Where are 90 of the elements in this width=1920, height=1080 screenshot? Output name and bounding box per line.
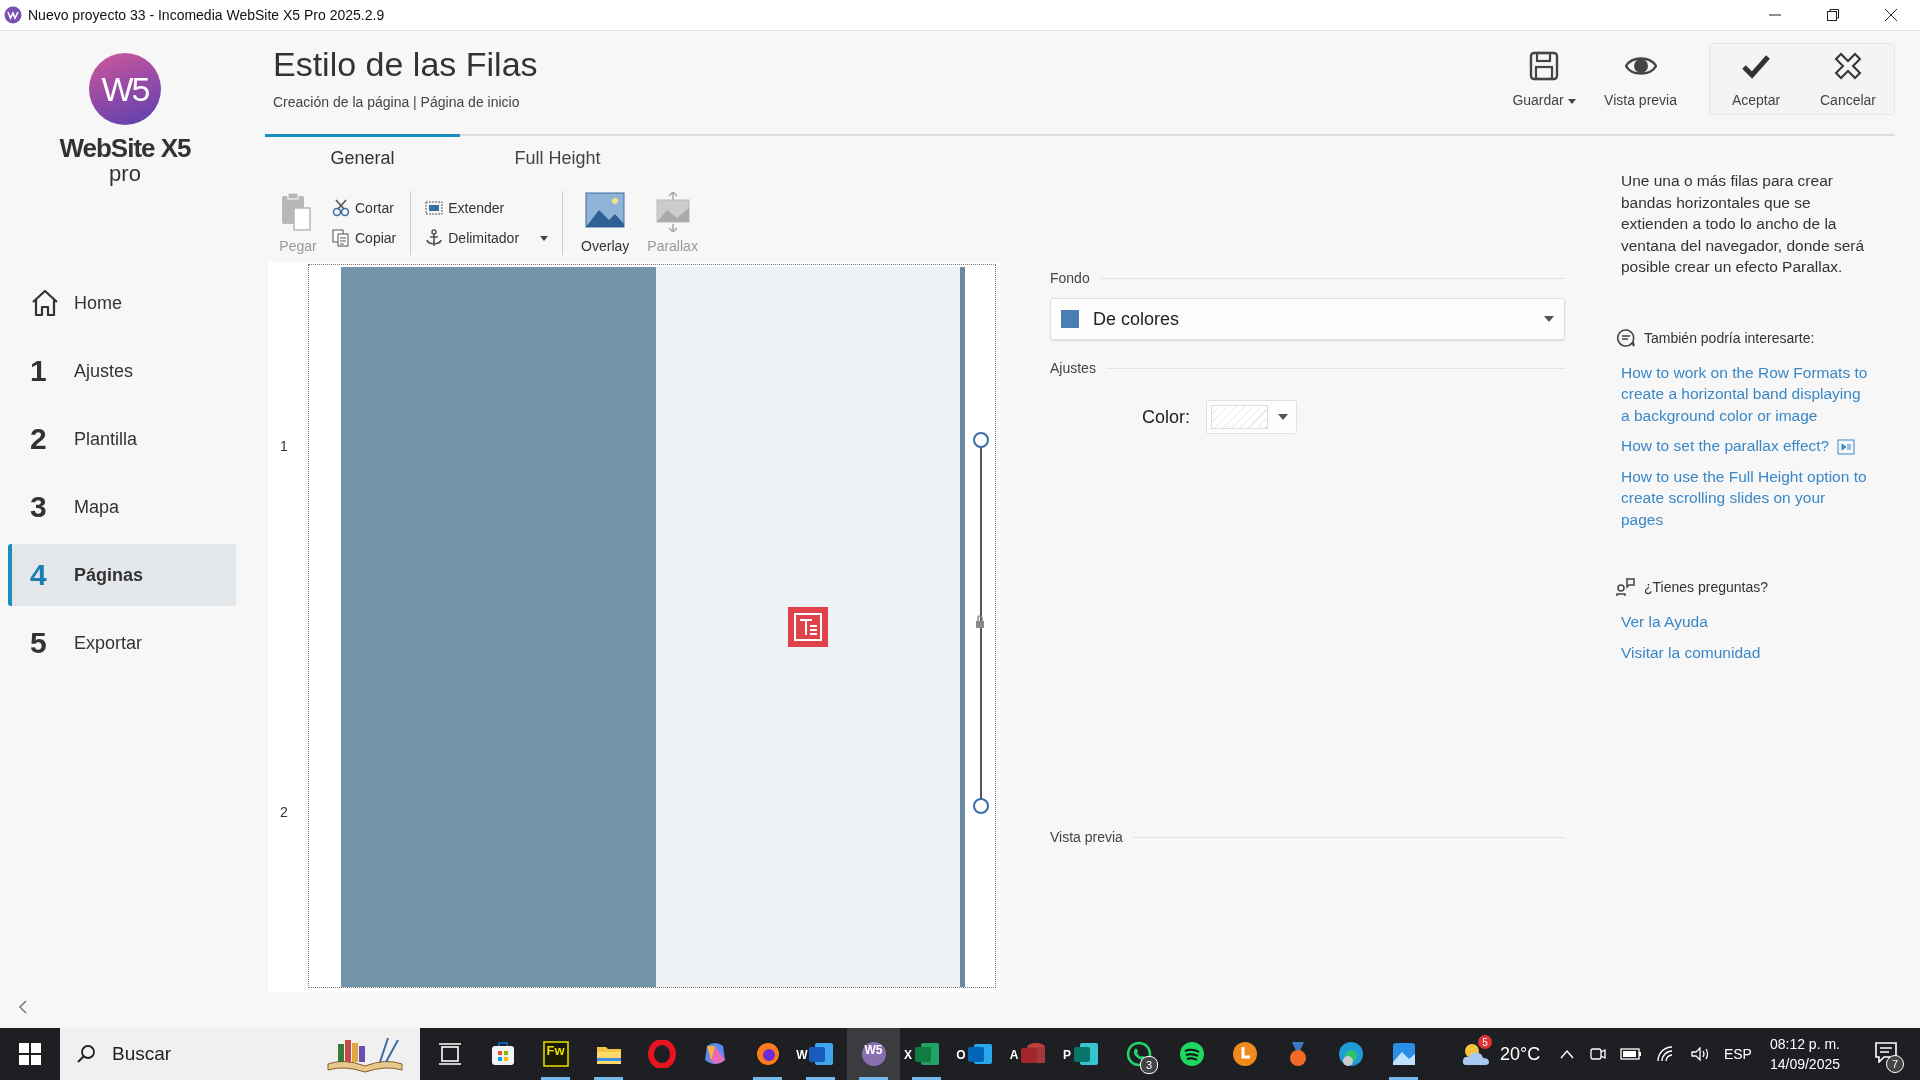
spreadsheet-app-icon bbox=[912, 1040, 941, 1068]
help-link[interactable]: How to use the Full Height option to create scrolling slides on your pages bbox=[1621, 465, 1871, 530]
app-icon bbox=[859, 1040, 888, 1068]
extend-button[interactable]: Extender bbox=[425, 199, 549, 217]
badge: 7 bbox=[1886, 1055, 1904, 1073]
taskbar-app[interactable]: O bbox=[953, 1028, 1006, 1080]
section-heading: ¿Tienes preguntas? bbox=[1644, 579, 1768, 595]
section-heading: También podría interesarte: bbox=[1644, 329, 1815, 346]
app-icon bbox=[1230, 1040, 1259, 1068]
search-field[interactable]: Buscar bbox=[60, 1028, 420, 1080]
cut-button[interactable]: Cortar bbox=[332, 199, 397, 217]
accept-button[interactable]: Aceptar bbox=[1710, 44, 1802, 114]
collapse-icon[interactable] bbox=[18, 1000, 28, 1014]
overlay-button[interactable]: Overlay bbox=[577, 190, 634, 256]
column[interactable] bbox=[656, 267, 965, 987]
badge: 5 bbox=[1478, 1035, 1492, 1049]
anchor-icon bbox=[425, 229, 444, 247]
help-description: Une una o más filas para crear bandas horizontales que se extienden a todo lo ancho de la ventana del navegador, donde será posible crear un efecto Parallax. bbox=[1621, 171, 1866, 277]
copy-icon bbox=[332, 229, 350, 247]
row-handle[interactable] bbox=[973, 798, 989, 814]
document-app-icon bbox=[806, 1040, 835, 1068]
speaker-icon[interactable] bbox=[1689, 1045, 1710, 1063]
color-picker[interactable] bbox=[1206, 400, 1297, 434]
logo-name: WebSite X5 bbox=[59, 133, 191, 164]
field-label: Color: bbox=[1142, 406, 1190, 428]
logo-mark: W5 bbox=[89, 53, 161, 125]
nav-item[interactable]: 5 Exportar bbox=[8, 612, 236, 674]
row-number: 2 bbox=[280, 804, 288, 820]
section-label: Ajustes bbox=[1050, 360, 1565, 376]
row-handle[interactable] bbox=[973, 432, 989, 448]
tab[interactable]: General bbox=[265, 134, 460, 170]
music-app-icon bbox=[1177, 1040, 1206, 1068]
clock[interactable]: 08:12 p. m. 14/09/2025 bbox=[1769, 1034, 1840, 1074]
close-icon[interactable] bbox=[1884, 8, 1898, 22]
app-icon bbox=[4, 6, 22, 24]
picture-frame-icon bbox=[425, 199, 444, 217]
speech-bubble-icon bbox=[1616, 327, 1636, 348]
home-icon bbox=[30, 288, 60, 318]
badge: 3 bbox=[1140, 1056, 1158, 1074]
nav-item[interactable]: 1 Ajustes bbox=[8, 340, 236, 402]
restore-icon[interactable] bbox=[1826, 8, 1840, 22]
copy-button[interactable]: Copiar bbox=[332, 229, 397, 247]
breadcrumb: Creación de la página | Página de inicio bbox=[273, 94, 521, 110]
help-link[interactable]: How to set the parallax effect? bbox=[1621, 435, 1871, 457]
taskbar-app[interactable]: X bbox=[900, 1028, 953, 1080]
background-dropdown[interactable]: De colores bbox=[1050, 298, 1565, 340]
taskbar-app[interactable]: W bbox=[794, 1028, 847, 1080]
language-indicator[interactable]: ESP bbox=[1723, 1046, 1752, 1062]
chevron-up-icon[interactable] bbox=[1559, 1049, 1574, 1059]
nav-item[interactable]: 4 Páginas bbox=[8, 544, 236, 606]
page-title: Estilo de las Filas bbox=[273, 45, 538, 84]
row-number: 1 bbox=[280, 438, 288, 454]
help-link[interactable]: How to work on the Row Formats to create a horizontal band displaying a background color or image bbox=[1621, 361, 1871, 426]
logo-edition: pro bbox=[109, 164, 141, 184]
search-icon bbox=[76, 1044, 96, 1064]
anchor-button[interactable]: Delimitador bbox=[425, 229, 549, 247]
help-link[interactable]: Ver la Ayuda bbox=[1621, 611, 1871, 633]
taskbar-app[interactable]: 3 bbox=[1112, 1028, 1165, 1080]
nav-item[interactable]: 3 Mapa bbox=[8, 476, 236, 538]
battery-icon[interactable] bbox=[1619, 1047, 1642, 1061]
window-title: Nuevo proyecto 33 - Incomedia WebSite X5 Pro 2025.2.9 bbox=[28, 7, 386, 23]
caret-icon bbox=[1544, 316, 1554, 322]
taskbar-app[interactable]: P bbox=[1059, 1028, 1112, 1080]
lock-icon bbox=[975, 615, 985, 629]
nav-item[interactable]: Home bbox=[8, 272, 236, 334]
nav-item[interactable]: 2 Plantilla bbox=[8, 408, 236, 470]
section-label: Vista previa bbox=[1050, 829, 1565, 845]
cancel-button[interactable]: Cancelar bbox=[1802, 44, 1894, 114]
taskbar-app[interactable]: A bbox=[1006, 1028, 1059, 1080]
temperature: 20°C bbox=[1500, 1043, 1541, 1065]
scissors-icon bbox=[332, 199, 350, 217]
people-chat-icon bbox=[1616, 577, 1636, 597]
chat-icon bbox=[1124, 1040, 1153, 1068]
caret-icon bbox=[1278, 414, 1288, 420]
text-object-icon[interactable] bbox=[788, 607, 828, 647]
section-label: Fondo bbox=[1050, 270, 1565, 286]
app-icon bbox=[541, 1040, 570, 1068]
help-link[interactable]: Visitar la comunidad bbox=[1621, 641, 1871, 663]
camera-icon[interactable] bbox=[1587, 1045, 1606, 1063]
close-icon bbox=[1832, 50, 1864, 82]
taskbar-app[interactable]: W5 bbox=[847, 1028, 900, 1080]
save-icon bbox=[1528, 50, 1561, 82]
taskbar-app[interactable]: Fw bbox=[529, 1028, 582, 1080]
preview-button[interactable]: Vista previa bbox=[1594, 44, 1687, 114]
tab[interactable]: Full Height bbox=[460, 134, 655, 170]
ring-icon bbox=[647, 1040, 676, 1068]
save-button[interactable]: Guardar bbox=[1498, 44, 1591, 114]
start-icon[interactable] bbox=[19, 1043, 41, 1065]
app-icon bbox=[1071, 1040, 1100, 1068]
browser-icon bbox=[1336, 1040, 1365, 1068]
